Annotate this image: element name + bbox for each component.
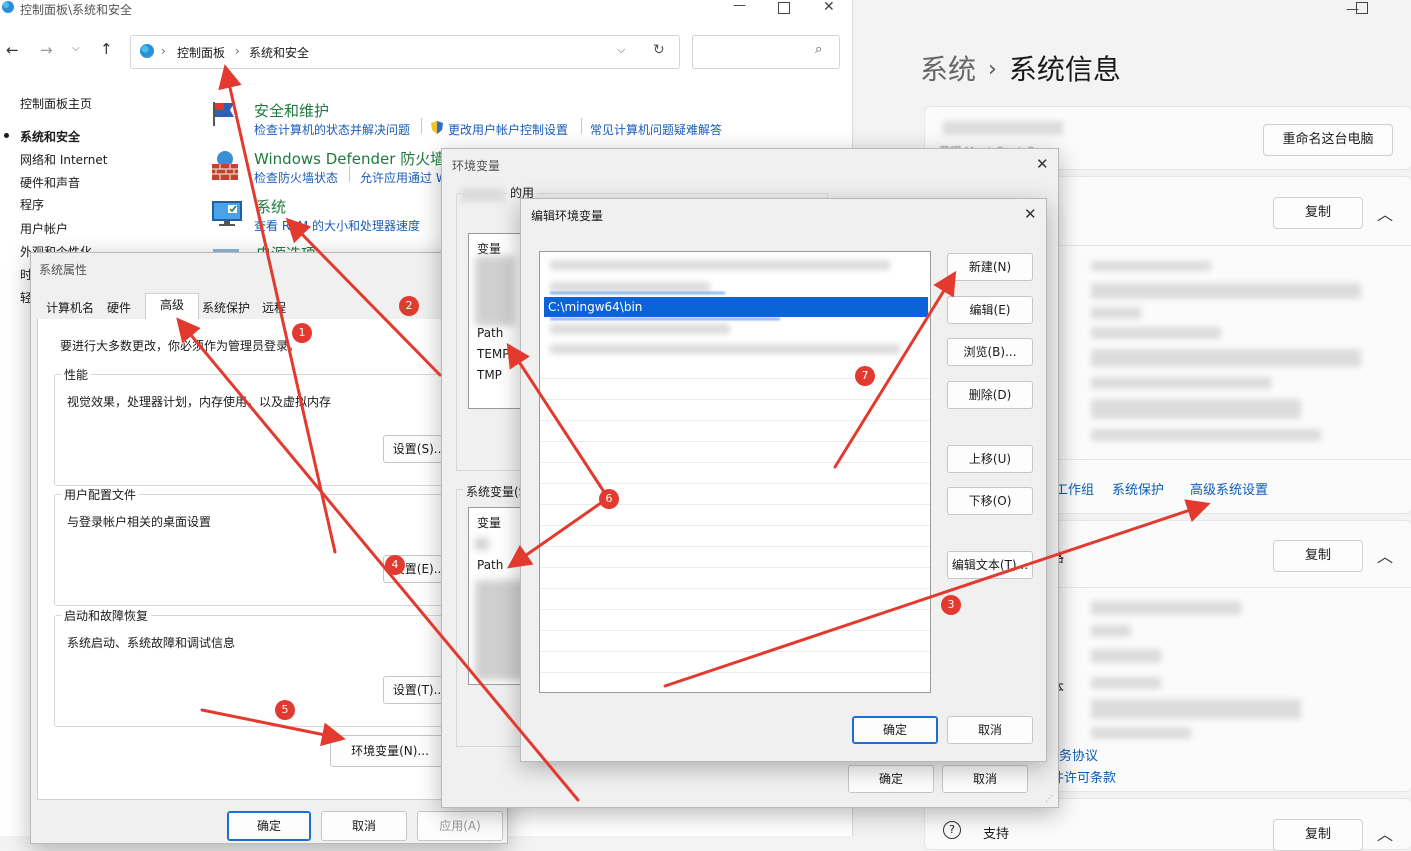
arrow-2 xyxy=(285,217,442,377)
arrow-6b xyxy=(507,496,610,569)
annotation-badge: 2 xyxy=(399,296,419,316)
arrow-5 xyxy=(200,708,346,747)
annotation-badge: 1 xyxy=(292,323,312,343)
annotation-arrows xyxy=(176,64,1211,802)
annotation-badge: 3 xyxy=(941,595,961,615)
annotation-badge: 5 xyxy=(275,700,295,720)
annotation-badge: 6 xyxy=(599,489,619,509)
arrow-6a xyxy=(506,342,610,500)
arrow-7 xyxy=(833,270,957,469)
annotation-badge: 4 xyxy=(385,555,405,575)
annotation-badge: 7 xyxy=(855,366,875,386)
arrow-1 xyxy=(218,64,337,554)
arrow-3 xyxy=(663,499,1211,688)
